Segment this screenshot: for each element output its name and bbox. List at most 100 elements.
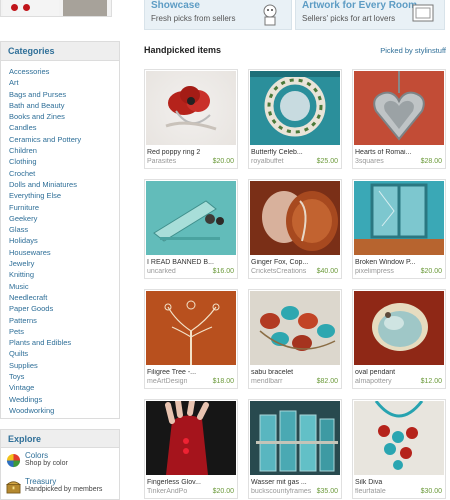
item-card[interactable]: Hearts of Romai... 3squares $28.00 <box>352 69 446 169</box>
item-image-oval-pendant[interactable] <box>354 291 444 365</box>
item-image-banned-books-bracelet[interactable] <box>146 181 236 255</box>
item-title[interactable]: Wasser mit gas ... <box>251 479 339 486</box>
showcase-promo[interactable]: Showcase Fresh picks from sellers <box>144 0 292 30</box>
picked-by[interactable]: Picked by stylinstuff <box>380 46 446 55</box>
category-link[interactable]: Paper Goods <box>9 303 119 314</box>
explore-colors[interactable]: Colors Shop by color <box>1 448 119 474</box>
treasure-chest-icon <box>6 481 21 494</box>
item-card[interactable]: Filigree Tree -... meArtDesign $18.00 <box>144 289 238 389</box>
thumbnail-red-beads[interactable] <box>3 0 59 16</box>
item-card[interactable]: Ginger Fox, Cop... CricketsCreations $40… <box>248 179 342 279</box>
category-link[interactable]: Art <box>9 77 119 88</box>
item-title[interactable]: Silk Diva <box>355 479 443 486</box>
item-card[interactable]: Red poppy ring 2 Parasites $20.00 <box>144 69 238 169</box>
item-shop[interactable]: 3squares <box>355 158 384 165</box>
item-card[interactable]: I READ BANNED B... uncarked $16.00 <box>144 179 238 279</box>
item-card[interactable]: sabu bracelet mendlbarr $82.00 <box>248 289 342 389</box>
item-title[interactable]: Red poppy ring 2 <box>147 149 235 156</box>
category-link[interactable]: Clothing <box>9 156 119 167</box>
category-link[interactable]: Toys <box>9 371 119 382</box>
category-link[interactable]: Ceramics and Pottery <box>9 134 119 145</box>
item-image-ginger-fox-scarf[interactable] <box>250 181 340 255</box>
category-link[interactable]: Vintage <box>9 382 119 393</box>
category-link[interactable]: Pets <box>9 326 119 337</box>
thumbnail-grey[interactable] <box>63 0 107 16</box>
category-link[interactable]: Housewares <box>9 247 119 258</box>
item-price: $82.00 <box>316 378 338 385</box>
explore-colors-subtitle: Shop by color <box>25 460 68 467</box>
categories-sidebar: Categories Accessories Art Bags and Purs… <box>0 41 120 419</box>
item-image-filigree-tree[interactable] <box>146 291 236 365</box>
item-title[interactable]: Ginger Fox, Cop... <box>251 259 339 266</box>
item-shop[interactable]: fleurfatale <box>355 488 386 495</box>
category-link[interactable]: Jewelry <box>9 258 119 269</box>
category-link[interactable]: Plants and Edibles <box>9 337 119 348</box>
item-shop[interactable]: TinkerAndPo <box>147 488 187 495</box>
item-image-silk-diva-necklace[interactable] <box>354 401 444 475</box>
item-card[interactable]: Silk Diva fleurfatale $30.00 <box>352 399 446 499</box>
category-link[interactable]: Accessories <box>9 66 119 77</box>
artwork-title[interactable]: Artwork for Every Room <box>302 0 417 11</box>
item-title[interactable]: Broken Window P... <box>355 259 443 266</box>
category-link[interactable]: Books and Zines <box>9 111 119 122</box>
category-link[interactable]: Bath and Beauty <box>9 100 119 111</box>
category-link[interactable]: Geekery <box>9 213 119 224</box>
category-link[interactable]: Holidays <box>9 235 119 246</box>
item-image-butterfly-wreath[interactable] <box>250 71 340 145</box>
category-link[interactable]: Candles <box>9 122 119 133</box>
explore-treasury-title[interactable]: Treasury <box>25 474 119 486</box>
category-link[interactable]: Crochet <box>9 168 119 179</box>
item-title[interactable]: Butterfly Celeb... <box>251 149 339 156</box>
category-link[interactable]: Furniture <box>9 202 119 213</box>
item-shop[interactable]: pixelimpress <box>355 268 394 275</box>
item-price: $25.00 <box>316 158 338 165</box>
item-shop[interactable]: uncarked <box>147 268 176 275</box>
item-title[interactable]: Fingerless Glov... <box>147 479 235 486</box>
category-link[interactable]: Dolls and Miniatures <box>9 179 119 190</box>
item-shop[interactable]: mendlbarr <box>251 378 283 385</box>
item-shop[interactable]: meArtDesign <box>147 378 187 385</box>
item-image-broken-window[interactable] <box>354 181 444 255</box>
item-image-heart-pendant[interactable] <box>354 71 444 145</box>
item-title[interactable]: Hearts of Romai... <box>355 149 443 156</box>
showcase-title[interactable]: Showcase <box>151 0 200 11</box>
category-link[interactable]: Patterns <box>9 315 119 326</box>
item-title[interactable]: sabu bracelet <box>251 369 339 376</box>
category-link[interactable]: Glass <box>9 224 119 235</box>
item-card[interactable]: oval pendant almapottery $12.00 <box>352 289 446 389</box>
explore-treasury[interactable]: Treasury Handpicked by members <box>1 474 119 500</box>
category-link[interactable]: Supplies <box>9 360 119 371</box>
category-link[interactable]: Everything Else <box>9 190 119 201</box>
item-title[interactable]: oval pendant <box>355 369 443 376</box>
category-link[interactable]: Knitting <box>9 269 119 280</box>
item-shop[interactable]: almapottery <box>355 378 392 385</box>
artwork-promo[interactable]: Artwork for Every Room Sellers' picks fo… <box>295 0 445 30</box>
category-link[interactable]: Children <box>9 145 119 156</box>
picked-by-user[interactable]: stylinstuff <box>415 46 446 55</box>
item-image-sabu-bracelet[interactable] <box>250 291 340 365</box>
item-image-red-poppy-ring[interactable] <box>146 71 236 145</box>
item-card[interactable]: Broken Window P... pixelimpress $20.00 <box>352 179 446 279</box>
item-card[interactable]: Fingerless Glov... TinkerAndPo $20.00 <box>144 399 238 499</box>
featured-thumbnails[interactable] <box>0 0 112 17</box>
category-link[interactable]: Bags and Purses <box>9 89 119 100</box>
item-card[interactable]: Butterfly Celeb... royalbuffet $25.00 <box>248 69 342 169</box>
category-link[interactable]: Quilts <box>9 348 119 359</box>
item-image-fingerless-gloves[interactable] <box>146 401 236 475</box>
item-title[interactable]: I READ BANNED B... <box>147 259 235 266</box>
item-card[interactable]: Wasser mit gas ... buckscountyframes $35… <box>248 399 342 499</box>
item-shop[interactable]: Parasites <box>147 158 176 165</box>
item-image-seltzer-bottles[interactable] <box>250 401 340 475</box>
category-link[interactable]: Woodworking <box>9 405 119 416</box>
item-shop[interactable]: buckscountyframes <box>251 488 311 495</box>
item-price: $16.00 <box>212 268 234 275</box>
item-title[interactable]: Filigree Tree -... <box>147 369 235 376</box>
picked-by-prefix: Picked by <box>380 46 413 55</box>
category-link[interactable]: Music <box>9 281 119 292</box>
item-shop[interactable]: CricketsCreations <box>251 268 306 275</box>
category-link[interactable]: Weddings <box>9 394 119 405</box>
explore-colors-title[interactable]: Colors <box>25 448 119 460</box>
explore-heading: Explore <box>1 430 119 448</box>
category-link[interactable]: Needlecraft <box>9 292 119 303</box>
item-shop[interactable]: royalbuffet <box>251 158 284 165</box>
